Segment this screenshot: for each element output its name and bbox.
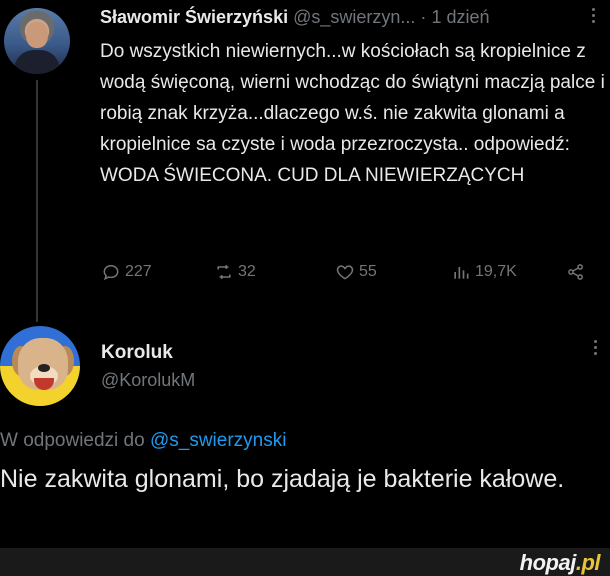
reply-tweet[interactable]: Koroluk @KorolukM W odpowiedzi do @s_swi… <box>0 318 610 548</box>
replying-to-prefix: W odpowiedzi do <box>0 430 145 451</box>
replying-to-handle[interactable]: @s_swierzynski <box>150 430 286 451</box>
views-icon <box>454 267 469 279</box>
separator-dot: · <box>420 7 427 27</box>
reply-text: Nie zakwita glonami, bo zjadają je bakte… <box>0 465 565 493</box>
watermark-tld: .pl <box>575 550 601 575</box>
avatar-face-shape <box>26 22 48 48</box>
author-handle[interactable]: @s_swierzyn... <box>293 7 415 27</box>
reply-author-handle[interactable]: @KorolukM <box>101 370 195 391</box>
tweet-text: Do wszystkich niewiernych...w kościołach… <box>100 41 605 186</box>
replying-to: W odpowiedzi do @s_swierzynski <box>0 430 286 452</box>
author-avatar[interactable] <box>4 8 70 74</box>
reply-button[interactable]: 227 <box>101 262 152 282</box>
like-count: 55 <box>359 263 377 280</box>
retweet-icon <box>217 264 231 280</box>
author-name[interactable]: Sławomir Świerzyński <box>100 7 288 27</box>
more-icon[interactable] <box>590 8 596 23</box>
tweet-header: Sławomir Świerzyński @s_swierzyn... · 1 … <box>100 7 489 28</box>
reply-more-icon[interactable] <box>594 340 597 355</box>
watermark-brand: hopaj <box>519 550 577 575</box>
like-icon <box>336 265 354 280</box>
views-count: 19,7K <box>475 263 517 280</box>
avatar-body-shape <box>14 50 60 74</box>
reply-count: 227 <box>125 263 152 280</box>
views-button[interactable]: 19,7K <box>451 262 517 282</box>
reply-author-name[interactable]: Koroluk <box>101 342 173 364</box>
tweet-time[interactable]: 1 dzień <box>431 7 489 27</box>
like-button[interactable]: 55 <box>335 262 377 282</box>
dog-nose <box>38 364 50 372</box>
retweet-count: 32 <box>238 263 256 280</box>
watermark-bar: hopaj.pl <box>0 548 610 576</box>
retweet-button[interactable]: 32 <box>214 262 256 282</box>
reply-author-avatar[interactable] <box>0 326 80 406</box>
share-button[interactable] <box>566 262 586 282</box>
share-icon <box>568 264 583 280</box>
original-tweet[interactable]: Sławomir Świerzyński @s_swierzyn... · 1 … <box>0 0 610 322</box>
reply-icon <box>103 264 119 281</box>
watermark-logo: hopaj.pl <box>519 550 601 576</box>
tweet-actions: 227 32 55 19,7K <box>0 262 610 286</box>
